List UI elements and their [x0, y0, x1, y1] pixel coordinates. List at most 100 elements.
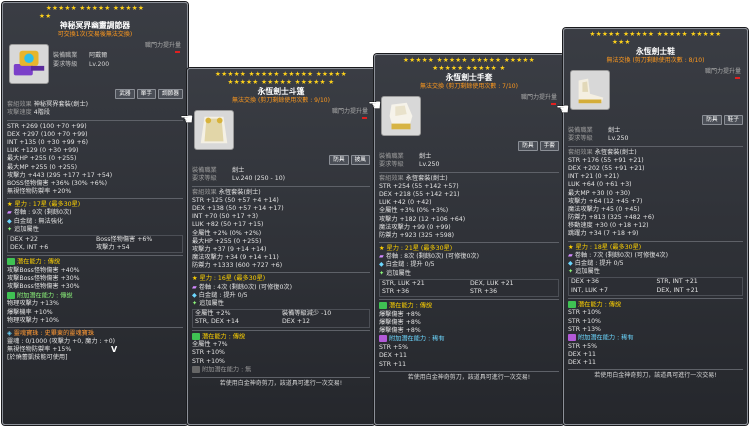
- extra-label: ✦ 追加屬性: [7, 225, 39, 233]
- extra-option: DEX, INT +21: [656, 286, 699, 294]
- additional-potential-line: 爆擊機率 +10%: [7, 308, 53, 316]
- extra-options: DEX +36 STR, INT +21 INT, LUK +7 DEX, IN…: [568, 277, 743, 296]
- extra-option: DEX +12: [282, 318, 310, 326]
- scissors-note: 若使用白金神奇剪刀，該道具可進行一次交易!: [407, 373, 531, 381]
- stat-line: STR +176 (55 +91 +21): [568, 156, 644, 164]
- stat-list: STR +269 (100 +70 +99) DEX +297 (100 +70…: [7, 123, 183, 197]
- stat-line: 攻擊力 +182 (12 +106 +64): [379, 215, 466, 223]
- extra-option: INT, LUK +7: [571, 286, 608, 294]
- additional-potential-label: 附加潛在能力 : 稀有: [568, 334, 743, 343]
- chip-cape: 披風: [350, 155, 370, 166]
- stat-line: 防禦力 +1333 (600 +727 +6): [192, 262, 283, 270]
- set-effect: 套組效果 永恆套裝(劍士): [379, 174, 448, 182]
- extra-option: Boss怪物傷害 +6%: [96, 236, 153, 243]
- tooltip-weapon: ★★★★★ ★★★★★ ★★★★★ ★★ 神秘冥界幽靈調節器 可交換1次(交易後…: [2, 2, 188, 425]
- stat-line: 最大HP +255 (0 +255): [7, 155, 77, 163]
- stat-line: STR +125 (50 +57 +4 +14): [192, 196, 279, 204]
- extra-options: DEX +22 Boss怪物傷害 +6% DEX, INT +6 攻擊力 +54: [7, 235, 183, 254]
- tooltip-gloves: ★★★★★ ★★★★★ ★★★★★ ★★★★★ ★★★★★ ★★★★★ ★ 永恆…: [374, 54, 564, 425]
- hand-cursor-icon: ☚: [368, 96, 382, 114]
- power-increase-label: 職門力提升量: [704, 68, 741, 76]
- chip-armor: 防具: [329, 155, 349, 166]
- extra-option: STR, LUK +21: [382, 279, 425, 287]
- potential-line: STR +10%: [568, 317, 601, 325]
- info-level: 要求等級 Lv.250: [379, 161, 440, 169]
- stat-line: 魔法攻擊力 +99 (0 +99): [379, 223, 451, 231]
- extra-option: DEX, INT +6: [10, 244, 49, 252]
- stat-line: LUK +64 (0 +61 +3): [568, 181, 632, 189]
- potential-line: STR +10%: [192, 357, 225, 365]
- stat-line: 最大HP +255 (0 +255): [192, 237, 262, 245]
- weapon-item-icon: [9, 44, 49, 85]
- item-title: 永恆劍士鞋: [636, 47, 675, 56]
- extra-label: ✦ 追加屬性: [568, 268, 600, 276]
- stat-line: 最大MP +30 (0 +30): [568, 189, 631, 197]
- stat-line: LUK +82 (50 +17 +15): [192, 221, 264, 229]
- potential-line: 全屬性 +7%: [192, 341, 228, 349]
- chip-one-hand: 單手: [136, 89, 156, 100]
- potential-line: 爆擊傷害 +8%: [379, 310, 421, 318]
- trade-status: 無法交換 (剪刀剩餘使用次數 : 8/10): [606, 57, 705, 65]
- item-title: 永恆劍士斗篷: [257, 87, 305, 96]
- info-job: 裝備職業 阿戴爾: [53, 52, 108, 60]
- info-level: 要求等級 Lv.240 (250 - 10): [192, 175, 286, 183]
- extra-option: STR +36: [470, 288, 498, 295]
- hand-cursor-icon: ☚: [180, 110, 194, 128]
- stat-line: INT +135 (0 +30 +99 +6): [7, 138, 89, 146]
- star-rating-row-2: ★★★★★ ★★★★★ ★★★★★ ★: [227, 78, 335, 86]
- stat-line: 全屬性 +2% (0% +2%): [192, 229, 262, 237]
- potential-label: 潛在能力 : 傳說: [7, 258, 183, 267]
- stat-line: 攻擊力 +37 (9 +14 +14): [192, 245, 267, 253]
- stat-line: BOSS怪物傷害 +36% (30% +6%): [7, 179, 108, 187]
- additional-potential-line: STR +5%: [379, 344, 408, 352]
- info-job: 裝備職業 劍士: [568, 127, 621, 135]
- extra-option: 裝備等級減少 -10: [282, 310, 332, 318]
- hammer-status: ◆ 白金鎚 : 提升 0/5: [192, 291, 248, 299]
- stat-line: STR +269 (100 +70 +99): [7, 122, 87, 130]
- potential-label: 潛在能力 : 傳說: [379, 302, 559, 311]
- set-effect: 套組效果 永恆套裝(劍士): [568, 148, 637, 156]
- chip-weapon: 武器: [115, 89, 135, 100]
- additional-potential-line: STR +11: [379, 360, 407, 368]
- power-decrease-mark: [735, 77, 740, 79]
- v-mark: V: [111, 345, 118, 354]
- stat-line: DEX +218 (55 +142 +21): [379, 190, 460, 198]
- scroll-count: ▰ 卷軸 : 4次 (剩餘0次) (可修復0次): [192, 283, 293, 291]
- additional-potential-line: 物理攻擊力 +13%: [7, 300, 59, 308]
- item-title: 神秘冥界幽靈調節器: [59, 21, 131, 30]
- stat-line: INT +70 (50 +17 +3): [192, 213, 259, 221]
- stat-line: 無視怪物防禦率 +20%: [7, 188, 72, 196]
- power-increase-label: 職門力提升量: [144, 42, 181, 50]
- power-decrease-mark: [362, 117, 367, 119]
- additional-potential-line: STR +5%: [568, 342, 597, 350]
- chip-gloves: 手套: [539, 141, 559, 152]
- star-rating-row: ★★★★★ ★★★★★ ★★★★★ ★★★★★: [589, 30, 722, 38]
- power-decrease-mark: [175, 51, 180, 53]
- star-rating-row: ★★★★★ ★★★★★ ★★★★★ ★★★★★: [403, 56, 535, 64]
- shoe-item-icon: [570, 70, 610, 111]
- hammer-status: ◆ 白金鎚 : 提升 0/5: [568, 260, 624, 267]
- scroll-count: ▰ 卷軸 : 9次 (剩餘0次): [7, 209, 72, 217]
- extra-option: DEX +36: [571, 278, 599, 286]
- cape-item-icon: [194, 110, 234, 151]
- potential-line: STR +10%: [192, 349, 225, 357]
- stat-line: DEX +202 (55 +91 +21): [568, 164, 645, 172]
- additional-potential-line: DEX +11: [568, 359, 596, 367]
- glove-item-icon: [381, 96, 421, 137]
- potential-line: STR +10%: [568, 309, 601, 317]
- item-type-chips: 防具 手套: [379, 141, 559, 152]
- chip-armor: 防具: [518, 141, 538, 152]
- additional-potential-label: 附加潛在能力 : 無: [192, 365, 370, 375]
- potential-label: 潛在能力 : 傳說: [568, 300, 743, 310]
- soul-line: [於燒蕾凱技能可使用]: [7, 354, 68, 362]
- info-level: 要求等級 Lv.250: [568, 135, 629, 143]
- power-increase-label: 職門力提升量: [331, 108, 368, 116]
- stat-line: 攻擊力 +64 (12 +45 +7): [568, 197, 643, 205]
- star-rating-row-2: ★★: [39, 12, 52, 20]
- scissors-note: 若使用白金神奇剪刀，該道具可進行一次交易!: [219, 379, 343, 387]
- extra-options: 全屬性 +2% 裝備等級減少 -10 STR, DEX +14 DEX +12: [192, 309, 370, 328]
- item-type-chips: 防具 披風: [192, 155, 370, 166]
- attack-speed: 攻擊速度 4階段: [7, 109, 51, 117]
- stat-line: INT +21 (0 +21): [568, 173, 620, 181]
- extra-option: STR, INT +21: [656, 278, 698, 286]
